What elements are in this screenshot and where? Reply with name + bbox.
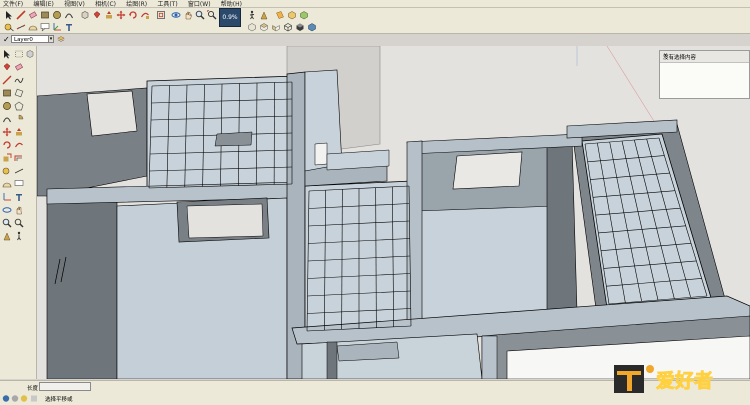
info-icon	[3, 395, 9, 401]
shaded-style-icon[interactable]	[294, 21, 306, 33]
push-pull-icon[interactable]	[103, 9, 115, 21]
layer-manager-icon[interactable]	[57, 35, 65, 43]
zoom-icon[interactable]	[194, 9, 206, 21]
front-view-icon[interactable]	[270, 21, 282, 33]
watermark-logo: 爱好者	[610, 359, 730, 397]
axes-icon[interactable]	[51, 21, 63, 33]
credits-icon	[12, 395, 18, 401]
walk-tool-icon[interactable]	[14, 231, 24, 241]
push-pull-tool-icon[interactable]	[14, 127, 24, 137]
select-box-icon[interactable]	[14, 49, 24, 59]
zoom-level-badge: 0.9%	[219, 8, 241, 27]
menu-camera[interactable]: 相机(C)	[95, 1, 116, 8]
offset-icon[interactable]	[155, 9, 167, 21]
scale-tool-icon[interactable]	[2, 153, 12, 163]
protractor-icon[interactable]	[27, 21, 39, 33]
share-model-icon[interactable]	[298, 9, 310, 21]
xray-style-icon[interactable]	[306, 21, 318, 33]
iso-view-icon[interactable]	[246, 21, 258, 33]
circle-icon[interactable]	[51, 9, 63, 21]
watermark-text: 爱好者	[656, 369, 713, 392]
zoom-extents-icon[interactable]	[206, 9, 218, 21]
orbit-icon[interactable]	[170, 9, 182, 21]
move-tool-icon[interactable]	[2, 127, 12, 137]
wireframe-style-icon[interactable]	[282, 21, 294, 33]
polygon-tool-icon[interactable]	[14, 101, 24, 111]
menu-window[interactable]: 窗口(W)	[188, 1, 211, 8]
select-icon[interactable]	[3, 9, 15, 21]
offset-tool-icon[interactable]	[14, 153, 24, 163]
close-icon[interactable]: ×	[663, 52, 746, 59]
rotate-icon[interactable]	[127, 9, 139, 21]
axes-tool-icon[interactable]	[2, 192, 12, 202]
follow-me-tool-icon[interactable]	[14, 140, 24, 150]
arc-icon[interactable]	[63, 9, 75, 21]
position-camera-icon[interactable]	[258, 9, 270, 21]
orbit-tool-icon[interactable]	[2, 205, 12, 215]
tape-measure-icon[interactable]	[3, 21, 15, 33]
paint-bucket-icon[interactable]	[91, 9, 103, 21]
rotated-rectangle-icon[interactable]	[14, 88, 24, 98]
menu-bar: 文件(F) 编辑(E) 视图(V) 相机(C) 绘图(R) 工具(T) 窗口(W…	[0, 0, 750, 8]
circle-tool-icon[interactable]	[2, 101, 12, 111]
layer-select[interactable]: Layer0	[11, 35, 49, 43]
paint-tool-icon[interactable]	[2, 62, 12, 72]
tape-measure-tool-icon[interactable]	[2, 166, 12, 176]
rectangle-tool-icon[interactable]	[2, 88, 12, 98]
position-camera-tool-icon[interactable]	[2, 231, 12, 241]
help-icon	[21, 395, 27, 401]
status-icons	[2, 394, 42, 403]
rectangle-icon[interactable]	[39, 9, 51, 21]
dimension-icon[interactable]	[15, 21, 27, 33]
measurements-input[interactable]	[39, 382, 91, 391]
eraser-icon[interactable]	[27, 9, 39, 21]
rotate-tool-icon[interactable]	[2, 140, 12, 150]
3d-text-tool-icon[interactable]	[14, 192, 24, 202]
zoom-tool-icon[interactable]	[2, 218, 12, 228]
make-component-icon[interactable]	[79, 9, 91, 21]
model-viewport[interactable]	[37, 46, 750, 379]
pie-tool-icon[interactable]	[14, 114, 24, 124]
get-models-icon[interactable]	[286, 9, 298, 21]
3d-text-icon[interactable]	[63, 21, 75, 33]
menu-tools[interactable]: 工具(T)	[157, 1, 177, 8]
freehand-tool-icon[interactable]	[14, 75, 24, 85]
text-tool-icon[interactable]	[14, 179, 24, 189]
pan-tool-icon[interactable]	[14, 205, 24, 215]
move-icon[interactable]	[115, 9, 127, 21]
dimension-tool-icon[interactable]	[14, 166, 24, 176]
views-toolbar	[244, 21, 314, 33]
menu-view[interactable]: 视图(V)	[64, 1, 85, 8]
walk-icon[interactable]	[246, 9, 258, 21]
menu-edit[interactable]: 编辑(E)	[33, 1, 53, 8]
model-scene	[37, 46, 750, 379]
section-plane-icon[interactable]	[274, 9, 286, 21]
status-message: 选择平移或	[45, 395, 73, 403]
tray-header: 没有选择内容 ×	[660, 51, 749, 63]
layer-bar: ✓ Layer0 ▾	[0, 34, 60, 45]
line-icon[interactable]	[15, 9, 27, 21]
menu-help[interactable]: 帮助(H)	[221, 1, 242, 8]
select-tool-icon[interactable]	[2, 49, 12, 59]
main-toolbar	[0, 8, 750, 34]
line-tool-icon[interactable]	[2, 75, 12, 85]
info-tray: 没有选择内容 ×	[659, 50, 750, 99]
arc-tool-icon[interactable]	[2, 114, 12, 124]
top-view-icon[interactable]	[258, 21, 270, 33]
menu-draw[interactable]: 绘图(R)	[126, 1, 147, 8]
pan-icon[interactable]	[182, 9, 194, 21]
text-icon[interactable]	[39, 21, 51, 33]
left-toolbar	[0, 46, 37, 379]
geo-location-icon	[31, 396, 37, 402]
eraser-tool-icon[interactable]	[14, 62, 24, 72]
zoom-window-tool-icon[interactable]	[14, 218, 24, 228]
component-tool-icon[interactable]	[25, 49, 35, 59]
measurements-label: 长度	[27, 384, 38, 392]
menu-file[interactable]: 文件(F)	[3, 1, 23, 8]
check-icon: ✓	[3, 35, 10, 44]
chevron-down-icon[interactable]: ▾	[48, 35, 54, 43]
follow-me-icon[interactable]	[139, 9, 151, 21]
protractor-tool-icon[interactable]	[2, 179, 12, 189]
